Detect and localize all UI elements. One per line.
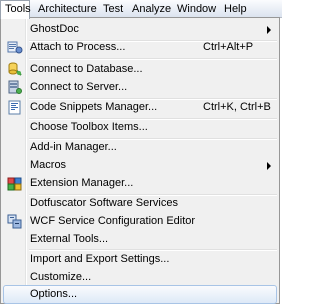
menu-item-label: GhostDoc	[30, 23, 79, 35]
menu-item-connect-to-database[interactable]: Connect to Database...	[3, 60, 277, 79]
menu-item-code-snippets-manager[interactable]: Code Snippets Manager... Ctrl+K, Ctrl+B	[3, 98, 277, 117]
menu-item-choose-toolbox-items[interactable]: Choose Toolbox Items...	[3, 118, 277, 137]
menubar-analyze[interactable]: Analyze	[128, 0, 175, 18]
menu-item-options[interactable]: Options...	[3, 285, 277, 304]
menu-item-macros[interactable]: Macros	[3, 156, 277, 175]
menu-bar: Tools Architecture Test Analyze Window H…	[0, 0, 282, 19]
menu-item-label: Dotfuscator Software Services	[30, 197, 178, 209]
extension-manager-icon	[7, 176, 23, 191]
menubar-help[interactable]: Help	[220, 0, 251, 18]
menubar-test[interactable]: Test	[99, 0, 127, 18]
submenu-arrow-icon	[267, 162, 271, 170]
menu-item-label: Code Snippets Manager...	[30, 101, 158, 113]
menu-item-label: WCF Service Configuration Editor	[30, 215, 196, 227]
menu-item-extension-manager[interactable]: Extension Manager...	[3, 174, 277, 193]
submenu-arrow-icon	[267, 26, 271, 34]
wcf-editor-icon	[7, 214, 23, 229]
attach-process-icon	[7, 40, 23, 55]
menubar-tools[interactable]: Tools	[0, 0, 31, 19]
menu-item-label: Connect to Database...	[30, 63, 143, 75]
code-snippets-icon	[7, 100, 23, 115]
menu-item-label: Attach to Process...	[30, 41, 126, 53]
menu-item-label: Options...	[30, 288, 78, 300]
menu-item-label: External Tools...	[30, 233, 109, 245]
menu-item-add-in-manager[interactable]: Add-in Manager...	[3, 138, 277, 157]
menu-item-label: Choose Toolbox Items...	[30, 121, 148, 133]
menubar-architecture[interactable]: Architecture	[34, 0, 101, 18]
tools-dropdown-menu: GhostDoc Attach to Process... Ctrl+Alt+P	[0, 17, 280, 304]
menu-item-attach-to-process[interactable]: Attach to Process... Ctrl+Alt+P	[3, 38, 277, 57]
connect-server-icon	[7, 80, 23, 95]
menu-item-wcf-service-configuration-editor[interactable]: WCF Service Configuration Editor	[3, 212, 277, 231]
menu-item-label: Macros	[30, 159, 67, 171]
menu-item-label: Add-in Manager...	[30, 141, 117, 153]
menu-item-label: Connect to Server...	[30, 81, 128, 93]
menu-item-label: Extension Manager...	[30, 177, 134, 189]
menubar-window[interactable]: Window	[173, 0, 220, 18]
menu-item-external-tools[interactable]: External Tools...	[3, 230, 277, 249]
menu-item-shortcut: Ctrl+K, Ctrl+B	[203, 101, 271, 113]
menu-item-import-export-settings[interactable]: Import and Export Settings...	[3, 250, 277, 269]
menu-item-dotfuscator[interactable]: Dotfuscator Software Services	[3, 194, 277, 213]
menu-item-connect-to-server[interactable]: Connect to Server...	[3, 78, 277, 97]
menu-item-label: Import and Export Settings...	[30, 253, 170, 265]
connect-database-icon	[7, 62, 23, 77]
menu-item-ghostdoc[interactable]: GhostDoc	[3, 20, 277, 39]
menu-item-shortcut: Ctrl+Alt+P	[203, 41, 254, 53]
